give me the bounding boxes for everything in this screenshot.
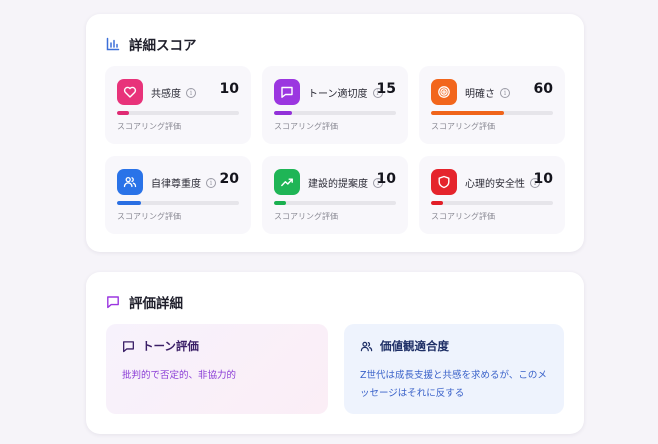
metric-progress-fill — [274, 201, 287, 205]
message-square-icon — [106, 295, 120, 309]
metric-progress-bar — [117, 201, 239, 205]
metric-progress-fill — [431, 201, 444, 205]
detailed-score-title: 詳細スコア — [129, 38, 197, 54]
metric-progress-bar — [274, 111, 396, 115]
evaluation-grid: トーン評価 批判的で否定的、非協力的 価値観適合度 Z世代は成長支援と共感を求め… — [106, 324, 564, 414]
metric-progress-fill — [117, 201, 142, 205]
metric-card-constructive: 建設的提案度 i 10 スコアリング評価 — [262, 156, 408, 234]
evaluation-detail-title: 評価詳細 — [129, 296, 183, 312]
metric-value: 60 — [533, 81, 553, 97]
heart-icon — [117, 79, 143, 105]
users-icon — [117, 169, 143, 195]
evaluation-detail-card: 評価詳細 トーン評価 批判的で否定的、非協力的 価値観適合度 Z世代は成長支援と… — [86, 272, 584, 434]
metric-value: 10 — [219, 81, 239, 97]
users-icon — [360, 340, 373, 353]
metric-label: 建設的提案度 — [308, 179, 368, 190]
metric-caption: スコアリング評価 — [274, 212, 338, 221]
bar-chart-icon — [106, 37, 120, 51]
metric-card-autonomy: 自律尊重度 i 20 スコアリング評価 — [105, 156, 251, 234]
metric-caption: スコアリング評価 — [431, 122, 495, 131]
info-icon[interactable]: i — [500, 87, 510, 98]
metric-label: 共感度 — [151, 89, 181, 100]
metric-value: 10 — [533, 171, 553, 187]
metric-label: 明確さ — [465, 89, 495, 100]
metric-progress-fill — [117, 111, 130, 115]
detailed-score-header: 詳細スコア — [106, 34, 197, 54]
tone-evaluation-box: トーン評価 批判的で否定的、非協力的 — [106, 324, 328, 414]
info-icon[interactable]: i — [206, 177, 216, 188]
metric-caption: スコアリング評価 — [117, 122, 181, 131]
metric-value: 10 — [376, 171, 396, 187]
metric-label: 自律尊重度 — [151, 179, 201, 190]
metric-progress-bar — [431, 111, 553, 115]
shield-icon — [431, 169, 457, 195]
metric-progress-bar — [274, 201, 396, 205]
score-grid: 共感度 i 10 スコアリング評価 トーン適切度 i 15 スコアリング評価 明… — [105, 66, 565, 234]
metric-card-tone: トーン適切度 i 15 スコアリング評価 — [262, 66, 408, 144]
tone-evaluation-title: トーン評価 — [142, 339, 199, 353]
target-icon — [431, 79, 457, 105]
trending-up-icon — [274, 169, 300, 195]
metric-card-psych-safety: 心理的安全性 i 10 スコアリング評価 — [419, 156, 565, 234]
tone-evaluation-text: 批判的で否定的、非協力的 — [122, 370, 237, 381]
metric-progress-bar — [117, 111, 239, 115]
metric-progress-fill — [431, 111, 505, 115]
metric-progress-bar — [431, 201, 553, 205]
metric-value: 20 — [219, 171, 239, 187]
metric-caption: スコアリング評価 — [117, 212, 181, 221]
message-icon — [274, 79, 300, 105]
metric-card-clarity: 明確さ i 60 スコアリング評価 — [419, 66, 565, 144]
value-fit-title: 価値観適合度 — [380, 339, 449, 353]
metric-label: トーン適切度 — [308, 89, 368, 100]
evaluation-detail-header: 評価詳細 — [106, 292, 183, 312]
info-icon[interactable]: i — [186, 87, 196, 98]
value-fit-text: Z世代は成長支援と共感を求めるが、このメッセージはそれに反する — [360, 370, 547, 399]
value-fit-box: 価値観適合度 Z世代は成長支援と共感を求めるが、このメッセージはそれに反する — [344, 324, 564, 414]
message-icon — [122, 340, 135, 353]
metric-caption: スコアリング評価 — [274, 122, 338, 131]
metric-progress-fill — [274, 111, 293, 115]
detailed-score-card: 詳細スコア 共感度 i 10 スコアリング評価 トーン適切度 i 15 スコアリ… — [86, 14, 584, 252]
metric-card-empathy: 共感度 i 10 スコアリング評価 — [105, 66, 251, 144]
metric-label: 心理的安全性 — [465, 179, 525, 190]
metric-value: 15 — [376, 81, 396, 97]
metric-caption: スコアリング評価 — [431, 212, 495, 221]
